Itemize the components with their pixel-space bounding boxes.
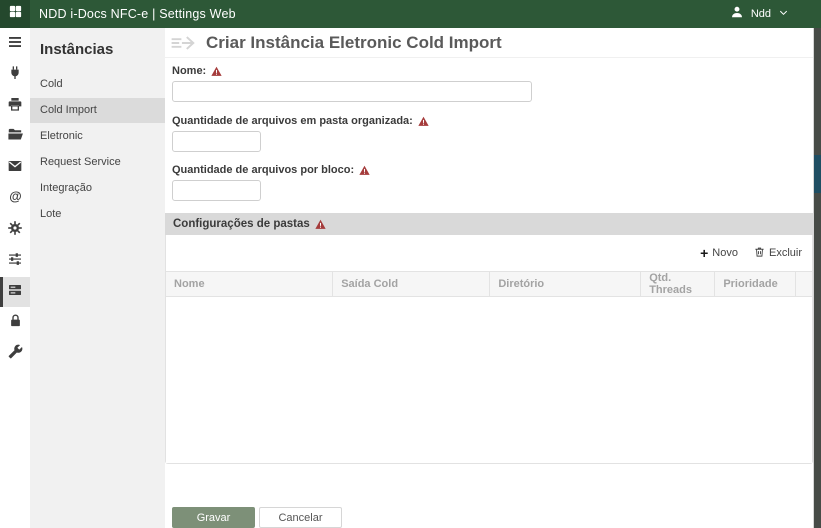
table-empty-body [166, 297, 812, 463]
page-title: Criar Instância Eletronic Cold Import [206, 32, 502, 52]
column-header-nome[interactable]: Nome [166, 271, 334, 297]
rail-item-instances[interactable] [0, 277, 30, 307]
mail-icon [7, 158, 23, 179]
main-content: Criar Instância Eletronic Cold Import No… [165, 28, 814, 528]
field-label-qtd-por-bloco: Quantidade de arquivos por bloco: [172, 164, 813, 176]
wrench-icon [8, 344, 23, 364]
at-icon: @ [7, 188, 24, 210]
rail-item-parameters[interactable] [0, 246, 30, 276]
scrollbar-thumb[interactable] [814, 155, 821, 193]
panel-header: Configurações de pastas [165, 213, 813, 235]
plus-icon: + [700, 245, 709, 261]
sidebar-title: Instâncias [40, 41, 114, 58]
rail-item-security[interactable] [0, 308, 30, 338]
rail-item-mail[interactable] [0, 153, 30, 183]
chevron-down-icon [778, 5, 789, 23]
column-header-empty [795, 271, 812, 297]
warning-icon [418, 116, 429, 127]
warning-icon [359, 165, 370, 176]
rail-item-menu[interactable] [0, 29, 30, 59]
cancel-button[interactable]: Cancelar [259, 507, 342, 528]
form-area: Nome: Quantidade de arquivos em pasta or… [165, 58, 813, 201]
lock-icon [8, 313, 23, 333]
field-label-nome: Nome: [172, 65, 813, 77]
sidebar-item-request-service[interactable]: Request Service [30, 150, 165, 175]
field-label-qtd-pasta-organizada: Quantidade de arquivos em pasta organiza… [172, 115, 813, 127]
table-header-row: Nome Saída Cold Diretório Qtd. Threads P… [166, 271, 812, 297]
menu-icon [7, 34, 23, 55]
nome-input[interactable] [172, 81, 532, 102]
sidebar-item-eletronic[interactable]: Eletronic [30, 124, 165, 149]
panel-title: Configurações de pastas [173, 218, 310, 230]
gear-icon [7, 220, 23, 241]
top-bar: NDD i-Docs NFC-e | Settings Web Ndd [0, 0, 821, 28]
form-actions: Gravar Cancelar [165, 507, 813, 528]
rail-item-tools[interactable] [0, 339, 30, 369]
qtd-por-bloco-input[interactable] [172, 180, 261, 201]
column-header-diretorio[interactable]: Diretório [489, 271, 642, 297]
app-title: NDD i-Docs NFC-e | Settings Web [39, 7, 236, 21]
user-name: Ndd [750, 8, 771, 20]
rail-item-files[interactable] [0, 122, 30, 152]
column-header-saida-cold[interactable]: Saída Cold [332, 271, 491, 297]
folder-config-panel: Configurações de pastas + Novo Excluir N… [165, 213, 813, 464]
warning-icon [315, 219, 326, 230]
rail-item-email-settings[interactable]: @ [0, 184, 30, 214]
sidebar-item-lote[interactable]: Lote [30, 202, 165, 227]
trash-icon [754, 246, 765, 261]
plug-icon [7, 65, 23, 86]
sidebar-item-integracao[interactable]: Integração [30, 176, 165, 201]
column-header-qtd-threads[interactable]: Qtd. Threads [640, 271, 716, 297]
app-grid-icon [8, 4, 23, 24]
warning-icon [211, 66, 222, 77]
sliders-icon [7, 251, 23, 272]
svg-text:@: @ [9, 188, 21, 203]
user-menu[interactable]: Ndd [730, 5, 789, 24]
icon-rail: @ [0, 28, 30, 528]
qtd-pasta-organizada-input[interactable] [172, 131, 261, 152]
instances-sidebar: Instâncias Cold Cold Import Eletronic Re… [30, 28, 165, 528]
folders-table: Nome Saída Cold Diretório Qtd. Threads P… [166, 271, 812, 297]
grid-toolbar: + Novo Excluir [166, 235, 812, 271]
new-button[interactable]: + Novo [700, 246, 738, 260]
save-button[interactable]: Gravar [172, 507, 255, 528]
vertical-scrollbar[interactable] [814, 28, 821, 528]
page-header: Criar Instância Eletronic Cold Import [165, 28, 813, 58]
sidebar-item-cold-import[interactable]: Cold Import [30, 98, 165, 123]
delete-button[interactable]: Excluir [754, 246, 802, 261]
column-header-prioridade[interactable]: Prioridade [714, 271, 796, 297]
user-icon [730, 5, 744, 24]
rail-item-print[interactable] [0, 91, 30, 121]
rail-item-settings[interactable] [0, 215, 30, 245]
panel-body: + Novo Excluir Nome Saída Cold Diretório… [165, 235, 813, 464]
sidebar-item-cold[interactable]: Cold [30, 72, 165, 97]
import-lines-arrow-icon [168, 30, 198, 56]
rail-item-connections[interactable] [0, 60, 30, 90]
server-icon [7, 282, 23, 303]
folder-icon [7, 126, 24, 148]
app-logo-button[interactable] [0, 0, 30, 28]
printer-icon [7, 96, 23, 117]
